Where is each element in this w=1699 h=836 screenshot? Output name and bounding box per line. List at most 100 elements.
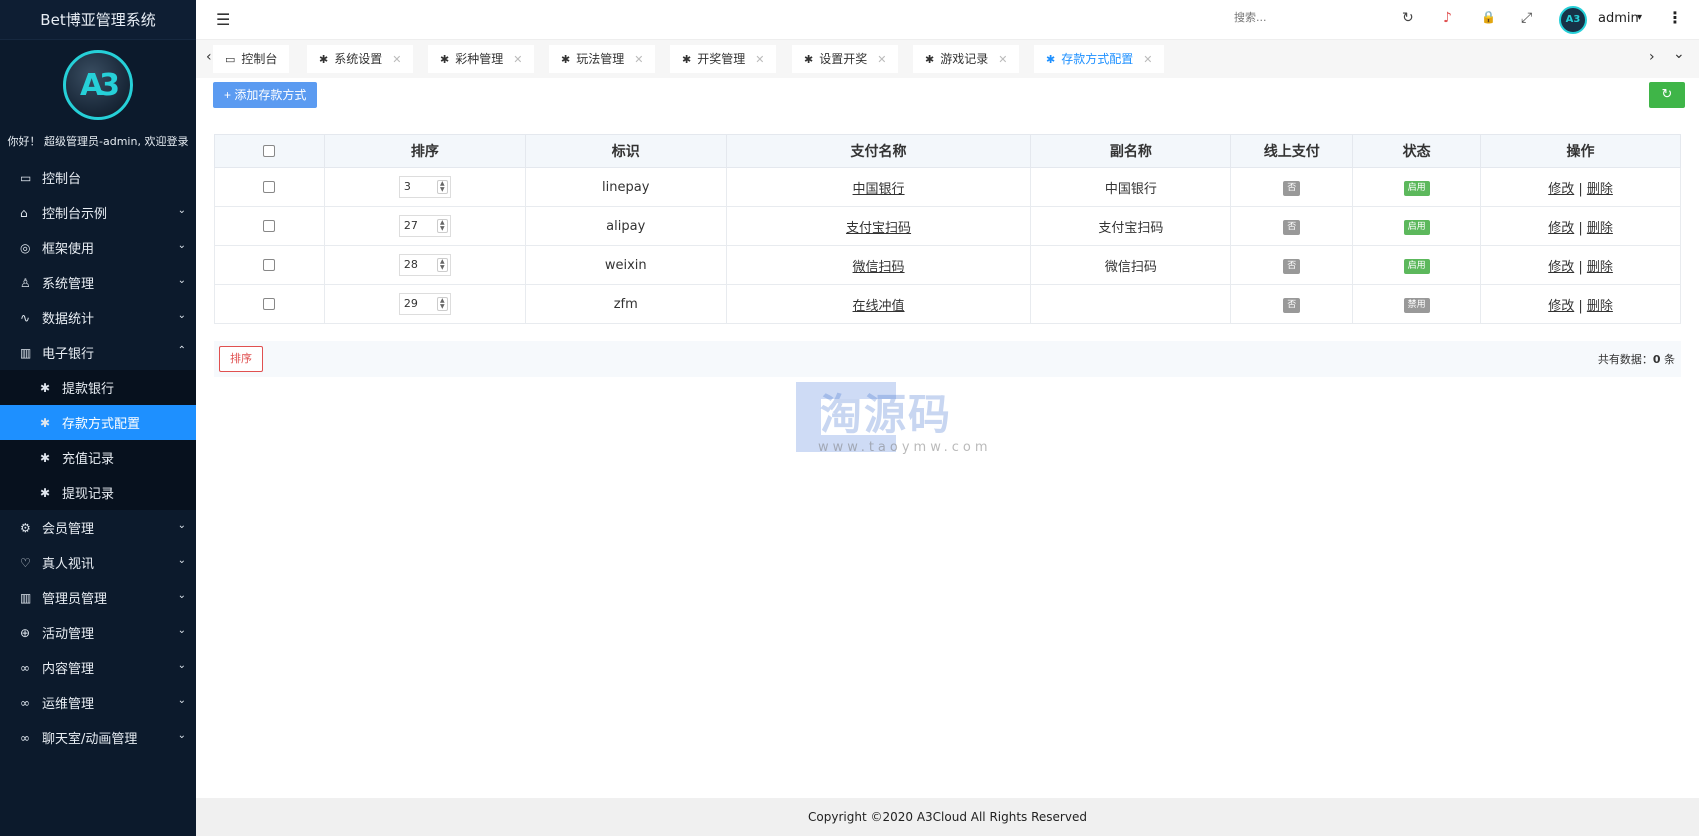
tab-2[interactable]: ✱ 彩种管理 ✕ — [428, 45, 535, 73]
more-icon[interactable]: ⋮ — [1667, 8, 1683, 27]
row-select-cell[interactable] — [214, 167, 325, 207]
payment-name-link[interactable]: 中国银行 — [853, 182, 905, 197]
sort-input[interactable]: 27 ▲ ▼ — [398, 215, 451, 237]
edit-link[interactable]: 修改 — [1548, 182, 1574, 197]
sidebar-item-2[interactable]: ◎ 框架使用 ⌄ — [0, 230, 196, 265]
tab-label: 开奖管理 — [697, 52, 746, 66]
tab-4[interactable]: ✱ 开奖管理 ✕ — [670, 45, 777, 73]
spinner-icon[interactable]: ▲ ▼ — [436, 297, 448, 311]
name-cell: 在线冲值 — [725, 284, 1032, 324]
sidebar-item-4[interactable]: ∿ 数据统计 ⌄ — [0, 300, 196, 335]
search-input[interactable] — [1234, 11, 1354, 24]
menu-toggle-icon[interactable]: ☰ — [216, 10, 230, 29]
tab-close-icon[interactable]: ✕ — [634, 53, 643, 66]
refresh-icon[interactable]: ↻ — [1402, 10, 1414, 26]
tab-icon: ✱ — [440, 53, 450, 66]
spinner-icon[interactable]: ▲ ▼ — [436, 219, 448, 233]
spinner-icon[interactable]: ▲ ▼ — [436, 258, 448, 272]
tab-close-icon[interactable]: ✕ — [1143, 53, 1152, 66]
spinner-icon[interactable]: ▲ ▼ — [436, 180, 448, 194]
tab-close-icon[interactable]: ✕ — [392, 53, 401, 66]
delete-link[interactable]: 删除 — [1587, 299, 1613, 314]
sidebar-item-2[interactable]: ▥ 管理员管理 ⌄ — [0, 580, 196, 615]
table-row: 27 ▲ ▼ alipay 支付宝扫码 支付宝扫码 否 启用 修改 | 删除 — [214, 206, 1681, 246]
row-checkbox[interactable] — [263, 298, 276, 310]
sidebar-item-6[interactable]: ∞ 聊天室/动画管理 ⌄ — [0, 720, 196, 755]
row-checkbox[interactable] — [263, 220, 276, 232]
edit-link[interactable]: 修改 — [1548, 221, 1574, 236]
spin-down-icon[interactable]: ▼ — [438, 187, 447, 193]
chevron-icon: ⌄ — [177, 590, 186, 601]
sidebar-item-5[interactable]: ▥ 电子银行 ⌃ — [0, 335, 196, 370]
select-all-checkbox[interactable] — [263, 145, 276, 157]
sidebar-item-1[interactable]: ✱ 存款方式配置 — [0, 405, 196, 440]
tab-5[interactable]: ✱ 设置开奖 ✕ — [792, 45, 899, 73]
row-select-cell[interactable] — [214, 245, 325, 285]
sidebar-item-3[interactable]: ⊕ 活动管理 ⌄ — [0, 615, 196, 650]
sort-input[interactable]: 3 ▲ ▼ — [398, 176, 451, 198]
tab-icon: ✱ — [925, 53, 935, 66]
online-badge: 否 — [1283, 258, 1301, 274]
avatar[interactable]: A3 — [1559, 6, 1587, 34]
row-select-cell[interactable] — [214, 206, 325, 246]
tab-close-icon[interactable]: ✕ — [877, 53, 886, 66]
payment-name-link[interactable]: 微信扫码 — [853, 260, 905, 275]
refresh-button[interactable]: ↻ — [1649, 82, 1685, 108]
chevron-icon: ⌄ — [177, 625, 186, 636]
row-checkbox[interactable] — [263, 259, 276, 271]
delete-link[interactable]: 删除 — [1587, 260, 1613, 275]
payment-name-link[interactable]: 在线冲值 — [853, 299, 905, 314]
select-all-cell[interactable] — [214, 134, 325, 168]
tab-3[interactable]: ✱ 玩法管理 ✕ — [549, 45, 656, 73]
sidebar-item-5[interactable]: ∞ 运维管理 ⌄ — [0, 685, 196, 720]
tab-1[interactable]: ✱ 系统设置 ✕ — [307, 45, 414, 73]
tab-close-icon[interactable]: ✕ — [755, 53, 764, 66]
spin-down-icon[interactable]: ▼ — [438, 226, 447, 232]
sidebar-item-3[interactable]: ♙ 系统管理 ⌄ — [0, 265, 196, 300]
sort-input[interactable]: 28 ▲ ▼ — [398, 254, 451, 276]
sidebar-item-2[interactable]: ✱ 充值记录 — [0, 440, 196, 475]
tab-close-icon[interactable]: ✕ — [513, 53, 522, 66]
tab-0[interactable]: ▭ 控制台 — [213, 45, 290, 73]
actions-cell: 修改 | 删除 — [1480, 167, 1681, 207]
watermark-url: www.taoymw.com — [818, 440, 992, 455]
edit-link[interactable]: 修改 — [1548, 299, 1574, 314]
row-checkbox[interactable] — [263, 181, 276, 193]
grid-icon: ▥ — [20, 590, 32, 605]
sidebar-item-1[interactable]: ⌂ 控制台示例 ⌄ — [0, 195, 196, 230]
delete-link[interactable]: 删除 — [1587, 182, 1613, 197]
tab-next-icon[interactable]: › — [1649, 49, 1655, 65]
lock-icon[interactable]: 🔒 — [1481, 10, 1496, 24]
sidebar: Bet博亚管理系统 A3 你好！ 超级管理员-admin, 欢迎登录 ▭ 控制台 ⌂… — [0, 0, 196, 836]
sidebar-item-label: 控制台示例 — [42, 207, 108, 222]
sidebar-item-1[interactable]: ♡ 真人视讯 ⌄ — [0, 545, 196, 580]
tab-icon: ✱ — [682, 53, 692, 66]
sidebar-item-3[interactable]: ✱ 提现记录 — [0, 475, 196, 510]
sort-input[interactable]: 29 ▲ ▼ — [398, 293, 451, 315]
row-select-cell[interactable] — [214, 284, 325, 324]
payment-name-link[interactable]: 支付宝扫码 — [846, 221, 911, 236]
tab-6[interactable]: ✱ 游戏记录 ✕ — [913, 45, 1020, 73]
total-prefix: 共有数据： — [1597, 353, 1653, 366]
sidebar-item-4[interactable]: ∞ 内容管理 ⌄ — [0, 650, 196, 685]
sidebar-item-0[interactable]: ✱ 提款银行 — [0, 370, 196, 405]
sort-button[interactable]: 排序 — [219, 346, 263, 372]
user-name[interactable]: admin — [1598, 11, 1639, 26]
status-badge: 禁用 — [1403, 297, 1430, 313]
fullscreen-icon[interactable]: ⤢ — [1521, 10, 1532, 26]
tab-icon: ✱ — [319, 53, 329, 66]
tab-prev-icon[interactable]: ‹ — [206, 49, 212, 65]
edit-link[interactable]: 修改 — [1548, 260, 1574, 275]
tab-7[interactable]: ✱ 存款方式配置 ✕ — [1034, 45, 1165, 73]
tab-dropdown-icon[interactable]: ⌄ — [1673, 46, 1685, 62]
delete-link[interactable]: 删除 — [1587, 221, 1613, 236]
sidebar-item-0[interactable]: ▭ 控制台 — [0, 160, 196, 195]
sidebar-item-0[interactable]: ⚙ 会员管理 ⌄ — [0, 510, 196, 545]
tab-close-icon[interactable]: ✕ — [998, 53, 1007, 66]
spin-down-icon[interactable]: ▼ — [438, 304, 447, 310]
add-deposit-method-button[interactable]: + 添加存款方式 — [213, 82, 318, 108]
caret-down-icon[interactable]: ▾ — [1637, 12, 1642, 23]
spin-down-icon[interactable]: ▼ — [438, 265, 447, 271]
bell-icon[interactable]: ♪ — [1443, 10, 1452, 26]
chevron-icon: ⌄ — [177, 275, 186, 286]
